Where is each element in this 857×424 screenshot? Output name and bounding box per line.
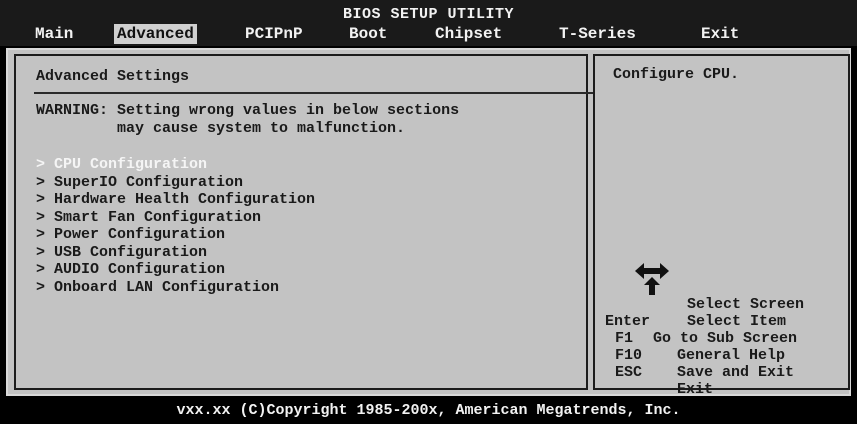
warning-line-2: may cause system to malfunction. <box>36 120 406 137</box>
title-divider <box>34 92 596 94</box>
warning-text: WARNING: Setting wrong values in below s… <box>36 102 459 138</box>
submenu-item-hardware-health-configuration[interactable]: > Hardware Health Configuration <box>36 191 315 209</box>
key-desc: General Help <box>677 347 786 364</box>
warning-line-1: WARNING: Setting wrong values in below s… <box>36 102 460 119</box>
copyright-footer: vxx.xx (C)Copyright 1985-200x, American … <box>176 402 681 419</box>
submenu-item-superio-configuration[interactable]: > SuperIO Configuration <box>36 174 315 192</box>
key-desc: Select Item <box>687 313 787 330</box>
bios-title: BIOS SETUP UTILITY <box>342 6 515 23</box>
menu-pcipnp[interactable]: PCIPnP <box>242 24 306 44</box>
panel-title: Advanced Settings <box>36 68 190 85</box>
menu-chipset[interactable]: Chipset <box>432 24 505 44</box>
submenu-list: > CPU Configuration > SuperIO Configurat… <box>36 156 315 296</box>
menu-main[interactable]: Main <box>32 24 76 44</box>
key-row-select-screen: Select Screen <box>605 262 804 313</box>
key-desc: Select Screen <box>687 296 805 313</box>
key-row-f1: F1 General Help <box>605 313 785 364</box>
menu-bar: BIOS SETUP UTILITY Main Advanced PCIPnP … <box>0 0 857 46</box>
key-desc: Save and Exit <box>677 364 795 381</box>
key-row-f10: F10 Save and Exit <box>605 330 794 381</box>
help-panel: Configure CPU. Select Screen Select Item… <box>593 54 850 398</box>
submenu-item-usb-configuration[interactable]: > USB Configuration <box>36 244 315 262</box>
key-legend: Select Screen Select Item Enter Go to Su… <box>605 262 804 398</box>
key-desc: Go to Sub Screen <box>653 330 798 347</box>
submenu-item-audio-configuration[interactable]: > AUDIO Configuration <box>36 261 315 279</box>
key-row-select-item: Select Item <box>605 279 786 330</box>
key-label: ESC <box>615 364 643 381</box>
submenu-item-cpu-configuration[interactable]: > CPU Configuration <box>36 156 315 174</box>
menu-advanced[interactable]: Advanced <box>114 24 197 44</box>
settings-panel: Advanced Settings WARNING: Setting wrong… <box>14 54 596 390</box>
menu-t-series[interactable]: T-Series <box>556 24 639 44</box>
submenu-item-onboard-lan-configuration[interactable]: > Onboard LAN Configuration <box>36 279 315 297</box>
submenu-item-power-configuration[interactable]: > Power Configuration <box>36 226 315 244</box>
menu-boot[interactable]: Boot <box>346 24 390 44</box>
menu-exit[interactable]: Exit <box>698 24 742 44</box>
submenu-item-smart-fan-configuration[interactable]: > Smart Fan Configuration <box>36 209 315 227</box>
key-desc: Exit <box>677 381 714 398</box>
help-text: Configure CPU. <box>613 66 740 83</box>
key-row-esc: ESC Exit <box>605 347 713 398</box>
key-row-enter: Enter Go to Sub Screen <box>605 296 797 347</box>
